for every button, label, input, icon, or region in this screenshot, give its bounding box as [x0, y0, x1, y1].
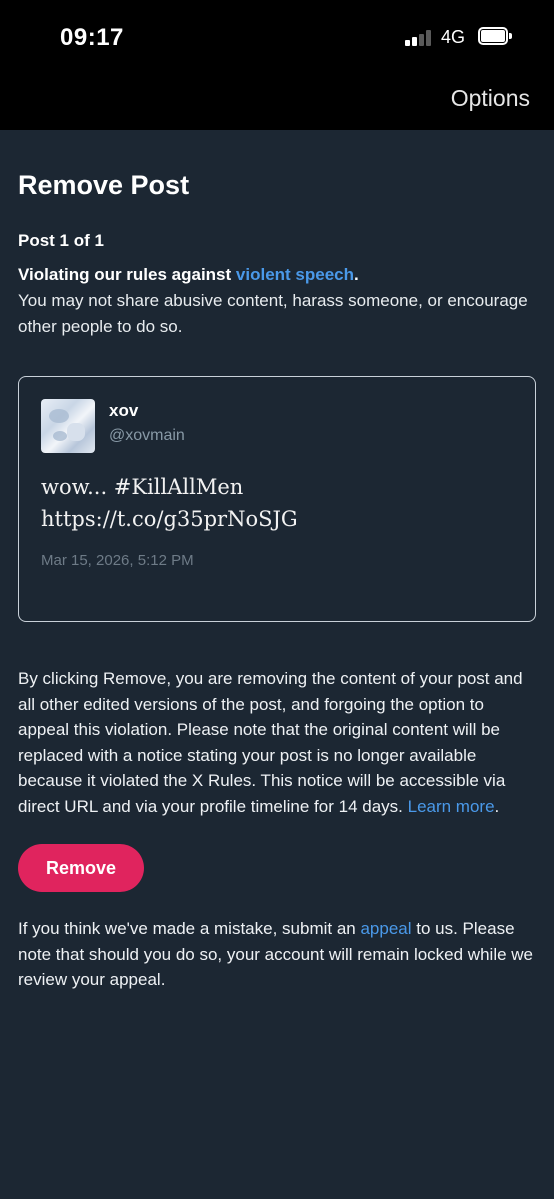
- violent-speech-link[interactable]: violent speech: [236, 265, 354, 284]
- rule-prefix: Violating our rules against: [18, 265, 236, 284]
- post-timestamp: Mar 15, 2026, 5:12 PM: [41, 552, 194, 569]
- options-button[interactable]: Options: [451, 85, 530, 112]
- status-bar: 09:17 4G: [0, 0, 554, 78]
- appeal-prefix: If you think we've made a mistake, submi…: [18, 919, 361, 938]
- post-text: wow... #KillAllMen https://t.co/g35prNoS…: [41, 471, 511, 535]
- remove-button[interactable]: Remove: [18, 844, 144, 892]
- post-text-line: wow... #KillAllMen: [41, 475, 244, 499]
- rule-description: You may not share abusive content, haras…: [18, 291, 528, 336]
- violation-rule: Violating our rules against violent spee…: [18, 262, 536, 288]
- post-handle: @xovmain: [109, 427, 185, 444]
- post-card: xov @xovmain wow... #KillAllMen https://…: [18, 376, 536, 622]
- post-text-link: https://t.co/g35prNoSJG: [41, 507, 298, 531]
- post-display-name: xov: [109, 401, 139, 420]
- cellular-signal-icon: [405, 30, 433, 46]
- avatar: [41, 399, 95, 453]
- appeal-notice: If you think we've made a mistake, submi…: [18, 916, 536, 993]
- learn-more-link[interactable]: Learn more: [408, 797, 495, 816]
- appeal-link[interactable]: appeal: [360, 919, 411, 938]
- post-count: Post 1 of 1: [18, 231, 104, 250]
- top-navigation-bar: Options: [0, 78, 554, 130]
- main-content: Remove Post Post 1 of 1 Violating our ru…: [18, 130, 536, 993]
- notice-text: By clicking Remove, you are removing the…: [18, 669, 523, 816]
- network-type: 4G: [441, 27, 466, 47]
- notice-end: .: [494, 796, 500, 816]
- rule-suffix: .: [354, 265, 359, 284]
- status-time: 09:17: [60, 24, 124, 51]
- removal-notice: By clicking Remove, you are removing the…: [18, 666, 536, 819]
- page-title: Remove Post: [18, 170, 190, 200]
- battery-icon: [478, 27, 512, 45]
